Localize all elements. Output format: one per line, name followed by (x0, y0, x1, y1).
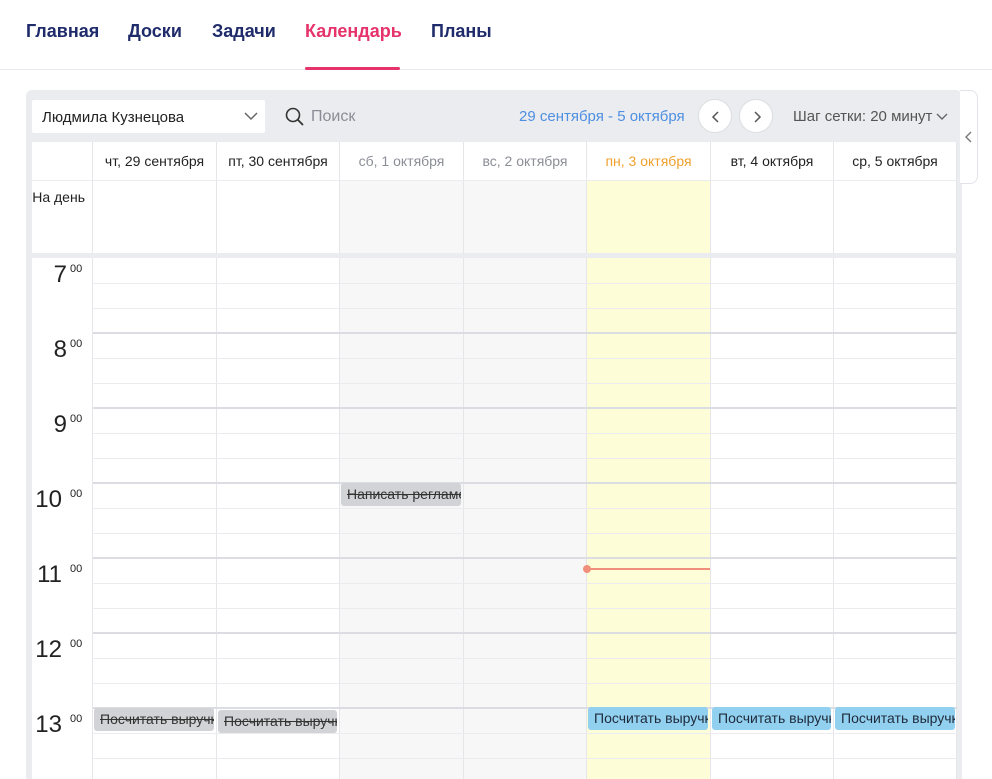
grid-line (93, 583, 957, 584)
day-header-thu: чт, 29 сентября (93, 142, 217, 180)
grid-line (93, 683, 957, 684)
all-day-cell[interactable] (340, 181, 464, 253)
chevron-left-icon (965, 131, 972, 143)
tab-calendar[interactable]: Календарь (305, 21, 402, 42)
all-day-cell[interactable] (834, 181, 957, 253)
day-column-today[interactable] (587, 258, 711, 779)
grid-line (93, 283, 957, 284)
hour-label: 11 00 (32, 558, 93, 633)
grid-line-hour (93, 557, 957, 559)
tab-home[interactable]: Главная (26, 21, 99, 42)
grid-line (93, 658, 957, 659)
hour-label: 7 00 (32, 258, 93, 333)
side-panel-toggle[interactable] (960, 90, 978, 184)
all-day-label: На день (32, 181, 93, 253)
grid-line (93, 733, 957, 734)
top-navigation: Главная Доски Задачи Календарь Планы (0, 0, 992, 70)
grid-line-hour (93, 482, 957, 484)
day-header-tue: вт, 4 октября (711, 142, 834, 180)
all-day-cell[interactable] (217, 181, 340, 253)
grid-line-hour (93, 332, 957, 334)
event[interactable]: Посчитать выручку (218, 710, 337, 733)
event[interactable]: Посчитать выручку (588, 707, 708, 730)
tab-plans[interactable]: Планы (431, 21, 492, 42)
chevron-left-icon (711, 111, 719, 123)
active-tab-underline (305, 67, 400, 70)
day-column[interactable] (340, 258, 464, 779)
grid-line (93, 608, 957, 609)
all-day-cell[interactable] (93, 181, 217, 253)
event[interactable]: Написать регламент (341, 483, 461, 506)
grid-line (93, 383, 957, 384)
grid-step-select[interactable]: Шаг сетки: 20 минут (793, 108, 932, 125)
day-column[interactable] (93, 258, 217, 779)
day-column[interactable] (711, 258, 834, 779)
hour-label: 9 00 (32, 408, 93, 483)
day-header-mon-today: пн, 3 октября (587, 142, 711, 180)
day-header-wed: ср, 5 октября (834, 142, 957, 180)
grid-line (93, 533, 957, 534)
grid-line (93, 458, 957, 459)
event[interactable]: Посчитать выручку (712, 707, 831, 730)
all-day-cell[interactable] (464, 181, 587, 253)
header-gutter (32, 142, 93, 180)
chevron-down-icon (244, 112, 258, 121)
event[interactable]: Посчитать выручку (835, 707, 955, 730)
day-column[interactable] (464, 258, 587, 779)
day-header-sat: сб, 1 октября (340, 142, 464, 180)
day-header-fri: пт, 30 сентября (217, 142, 340, 180)
grid-line-hour (93, 407, 957, 409)
hour-label: 13 00 (32, 708, 93, 779)
tab-tasks[interactable]: Задачи (212, 21, 276, 42)
search-placeholder: Поиск (311, 108, 356, 125)
current-time-line (587, 568, 710, 570)
chevron-right-icon (754, 111, 762, 123)
grid-line-hour (93, 632, 957, 634)
event[interactable]: Посчитать выручку (94, 708, 214, 731)
search-icon (285, 107, 304, 126)
prev-week-button[interactable] (698, 99, 732, 133)
grid-line (93, 358, 957, 359)
hour-label: 12 00 (32, 633, 93, 708)
grid-line (93, 508, 957, 509)
chevron-down-icon (936, 113, 948, 120)
day-column[interactable] (834, 258, 957, 779)
hour-label: 8 00 (32, 333, 93, 408)
day-header-sun: вс, 2 октября (464, 142, 587, 180)
grid-line (93, 758, 957, 759)
all-day-cell-today[interactable] (587, 181, 711, 253)
grid-line (93, 433, 957, 434)
all-day-cell[interactable] (711, 181, 834, 253)
grid-line (93, 308, 957, 309)
day-column[interactable] (217, 258, 340, 779)
calendar-panel: Людмила Кузнецова Поиск 29 сентября - 5 … (26, 90, 962, 779)
tab-boards[interactable]: Доски (128, 21, 182, 42)
hour-label: 10 00 (32, 483, 93, 558)
date-range[interactable]: 29 сентября - 5 октября (519, 108, 685, 125)
next-week-button[interactable] (739, 99, 773, 133)
user-select-value: Людмила Кузнецова (42, 109, 185, 126)
user-select[interactable]: Людмила Кузнецова (32, 100, 265, 133)
